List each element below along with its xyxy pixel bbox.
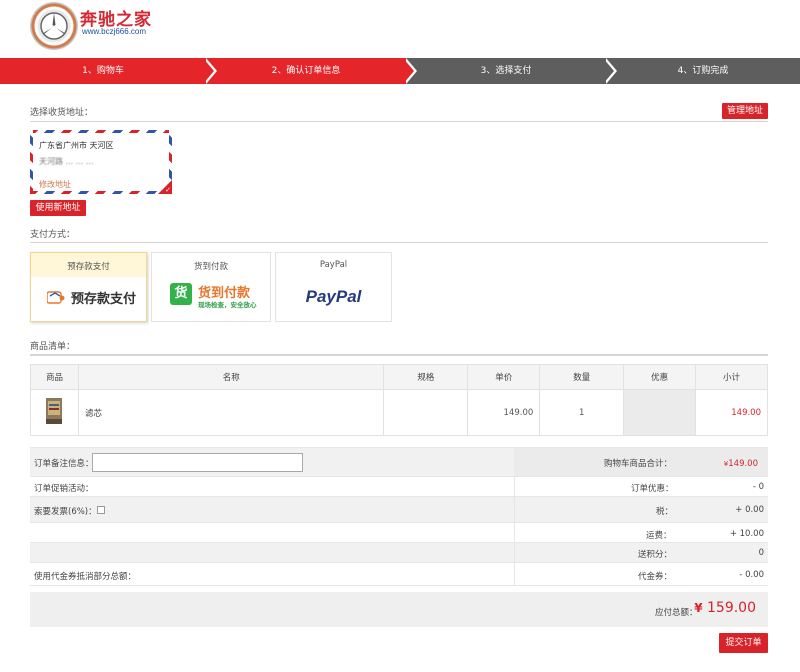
col-header-discount: 优惠 [623,364,697,390]
airmail-border [30,191,172,194]
points-label: 送积分： [638,550,673,560]
note-label: 订单备注信息： [34,459,94,469]
payment-option-paypal[interactable]: PayPal PayPal [275,252,392,322]
prepaid-logo-text: 预存款支付 [71,292,137,307]
step-label: 2、确认订单信息 [271,66,341,76]
summary-row-voucher: 使用代金券抵消部分总额： 代金券： - 0.00 [30,562,768,586]
goods-header-row: 商品 名称 规格 单价 数量 优惠 小计 [30,364,768,390]
checkout-steps: 1、购物车 2、确认订单信息 3、选择支付 4、订购完成 [0,58,800,84]
step-label: 4、订购完成 [677,66,729,76]
shipping-label: 运费： [646,531,672,541]
filter-product-icon[interactable] [43,395,65,427]
order-note-input[interactable] [92,453,303,472]
step-complete: 4、订购完成 [606,58,800,84]
product-thumbnail-cell [30,389,79,436]
shipping-value: + 10.00 [729,529,764,539]
discount-label: 订单优惠： [631,484,674,494]
payment-divider [30,242,768,243]
tax-value: + 0.00 [735,505,764,515]
brand-url[interactable]: www.bczj666.com [82,27,146,36]
summary-row-promo: 订单促销活动： 订单优惠： - 0 [30,476,768,496]
step-arrow-icon [203,58,214,84]
payment-section-label: 支付方式： [30,230,76,240]
airmail-border [30,130,172,133]
step-arrow-icon [603,58,614,84]
total-value: ¥ 159.00 [694,600,756,616]
col-header-price: 单价 [467,364,541,390]
address-divider [30,121,768,122]
airmail-border [30,130,33,194]
voucher-value: - 0.00 [739,570,764,580]
payment-logo: PayPal [276,277,391,321]
address-line-1: 广东省广州市 天河区 [39,141,114,150]
step-cart: 1、购物车 [0,58,206,84]
product-subtotal: 149.00 [695,389,768,436]
column-divider [514,477,515,496]
checkmark-icon: ✓ [165,186,171,194]
payment-logo: 预存款支付 [31,277,146,321]
invoice-checkbox[interactable] [97,506,105,514]
summary-row-note: 订单备注信息： 购物车商品合计： ¥149.00 [30,447,768,476]
address-line-2: 天河路 ... ... ... [39,157,94,166]
summary-row-shipping: 运费： + 10.00 [30,522,768,542]
column-divider [514,563,515,585]
payment-logo: 货 货到付款 现场检查，安全放心 [152,277,270,321]
col-header-subtotal: 小计 [695,364,768,390]
goods-table: 商品 名称 规格 单价 数量 优惠 小计 滤芯 149.00 1 149.00 [30,364,768,436]
col-header-spec: 规格 [383,364,469,390]
payment-option-name: 预存款支付 [67,262,110,272]
product-qty: 1 [539,389,625,436]
submit-order-button[interactable]: 提交订单 [719,633,768,653]
promo-label: 订单促销活动： [34,484,94,494]
order-total-bar: 应付总额： ¥ 159.00 [30,592,768,627]
use-new-address-button[interactable]: 使用新地址 [30,200,86,216]
col-header-qty: 数量 [539,364,625,390]
currency-symbol: ¥ [694,601,703,615]
cart-total-value: ¥149.00 [724,459,758,469]
product-name[interactable]: 滤芯 [77,389,385,436]
paypal-logo-text: PayPal [305,287,362,306]
step-arrow-icon [403,58,414,84]
address-card[interactable]: 广东省广州市 天河区 天河路 ... ... ... 修改地址 ✓ [30,130,172,194]
column-divider [514,523,515,542]
payment-option-name: 货到付款 [193,262,228,272]
cart-total-label: 购物车商品合计： [604,459,673,469]
summary-row-invoice: 索要发票(6%)： 税： + 0.00 [30,496,768,522]
site-header: 奔驰之家 www.bczj666.com [30,2,330,54]
modify-address-link[interactable]: 修改地址 [39,179,71,190]
voucher-label: 使用代金券抵消部分总额： [34,572,137,582]
total-amount: 159.00 [707,600,756,616]
product-spec [383,389,469,436]
goods-section-label: 商品清单： [30,342,76,352]
cod-badge-icon: 货 [170,283,192,305]
col-header-product: 商品 [30,364,79,390]
table-row: 滤芯 149.00 1 149.00 [30,389,768,436]
points-value: 0 [758,548,764,558]
summary-row-points: 送积分： 0 [30,542,768,562]
invoice-label: 索要发票(6%)： [34,507,97,517]
discount-value: - 0 [752,482,764,492]
cart-total-amount: 149.00 [728,459,758,469]
column-divider [514,497,515,522]
step-confirm: 2、确认订单信息 [206,58,406,84]
product-price: 149.00 [467,389,541,436]
voucher-value-label: 代金券： [638,572,673,582]
manage-address-button[interactable]: 管理地址 [722,103,768,119]
step-pay: 3、选择支付 [406,58,606,84]
product-discount [623,389,697,436]
cod-logo-subtext: 现场检查，安全放心 [198,301,257,309]
goods-divider [30,354,768,356]
step-label: 1、购物车 [82,66,124,76]
address-section-label: 选择收货地址： [30,108,94,118]
payment-option-name: PayPal [319,260,348,270]
total-label: 应付总额： [655,608,698,618]
mercedes-star-logo-icon[interactable] [30,2,78,50]
wallet-icon [46,290,65,304]
tax-label: 税： [656,507,674,517]
step-label: 3、选择支付 [480,66,532,76]
payment-option-cod[interactable]: 货到付款 货 货到付款 现场检查，安全放心 [151,252,271,322]
payment-option-prepaid[interactable]: 预存款支付 预存款支付 [30,252,147,322]
column-divider [514,543,515,562]
col-header-name: 名称 [77,364,385,390]
